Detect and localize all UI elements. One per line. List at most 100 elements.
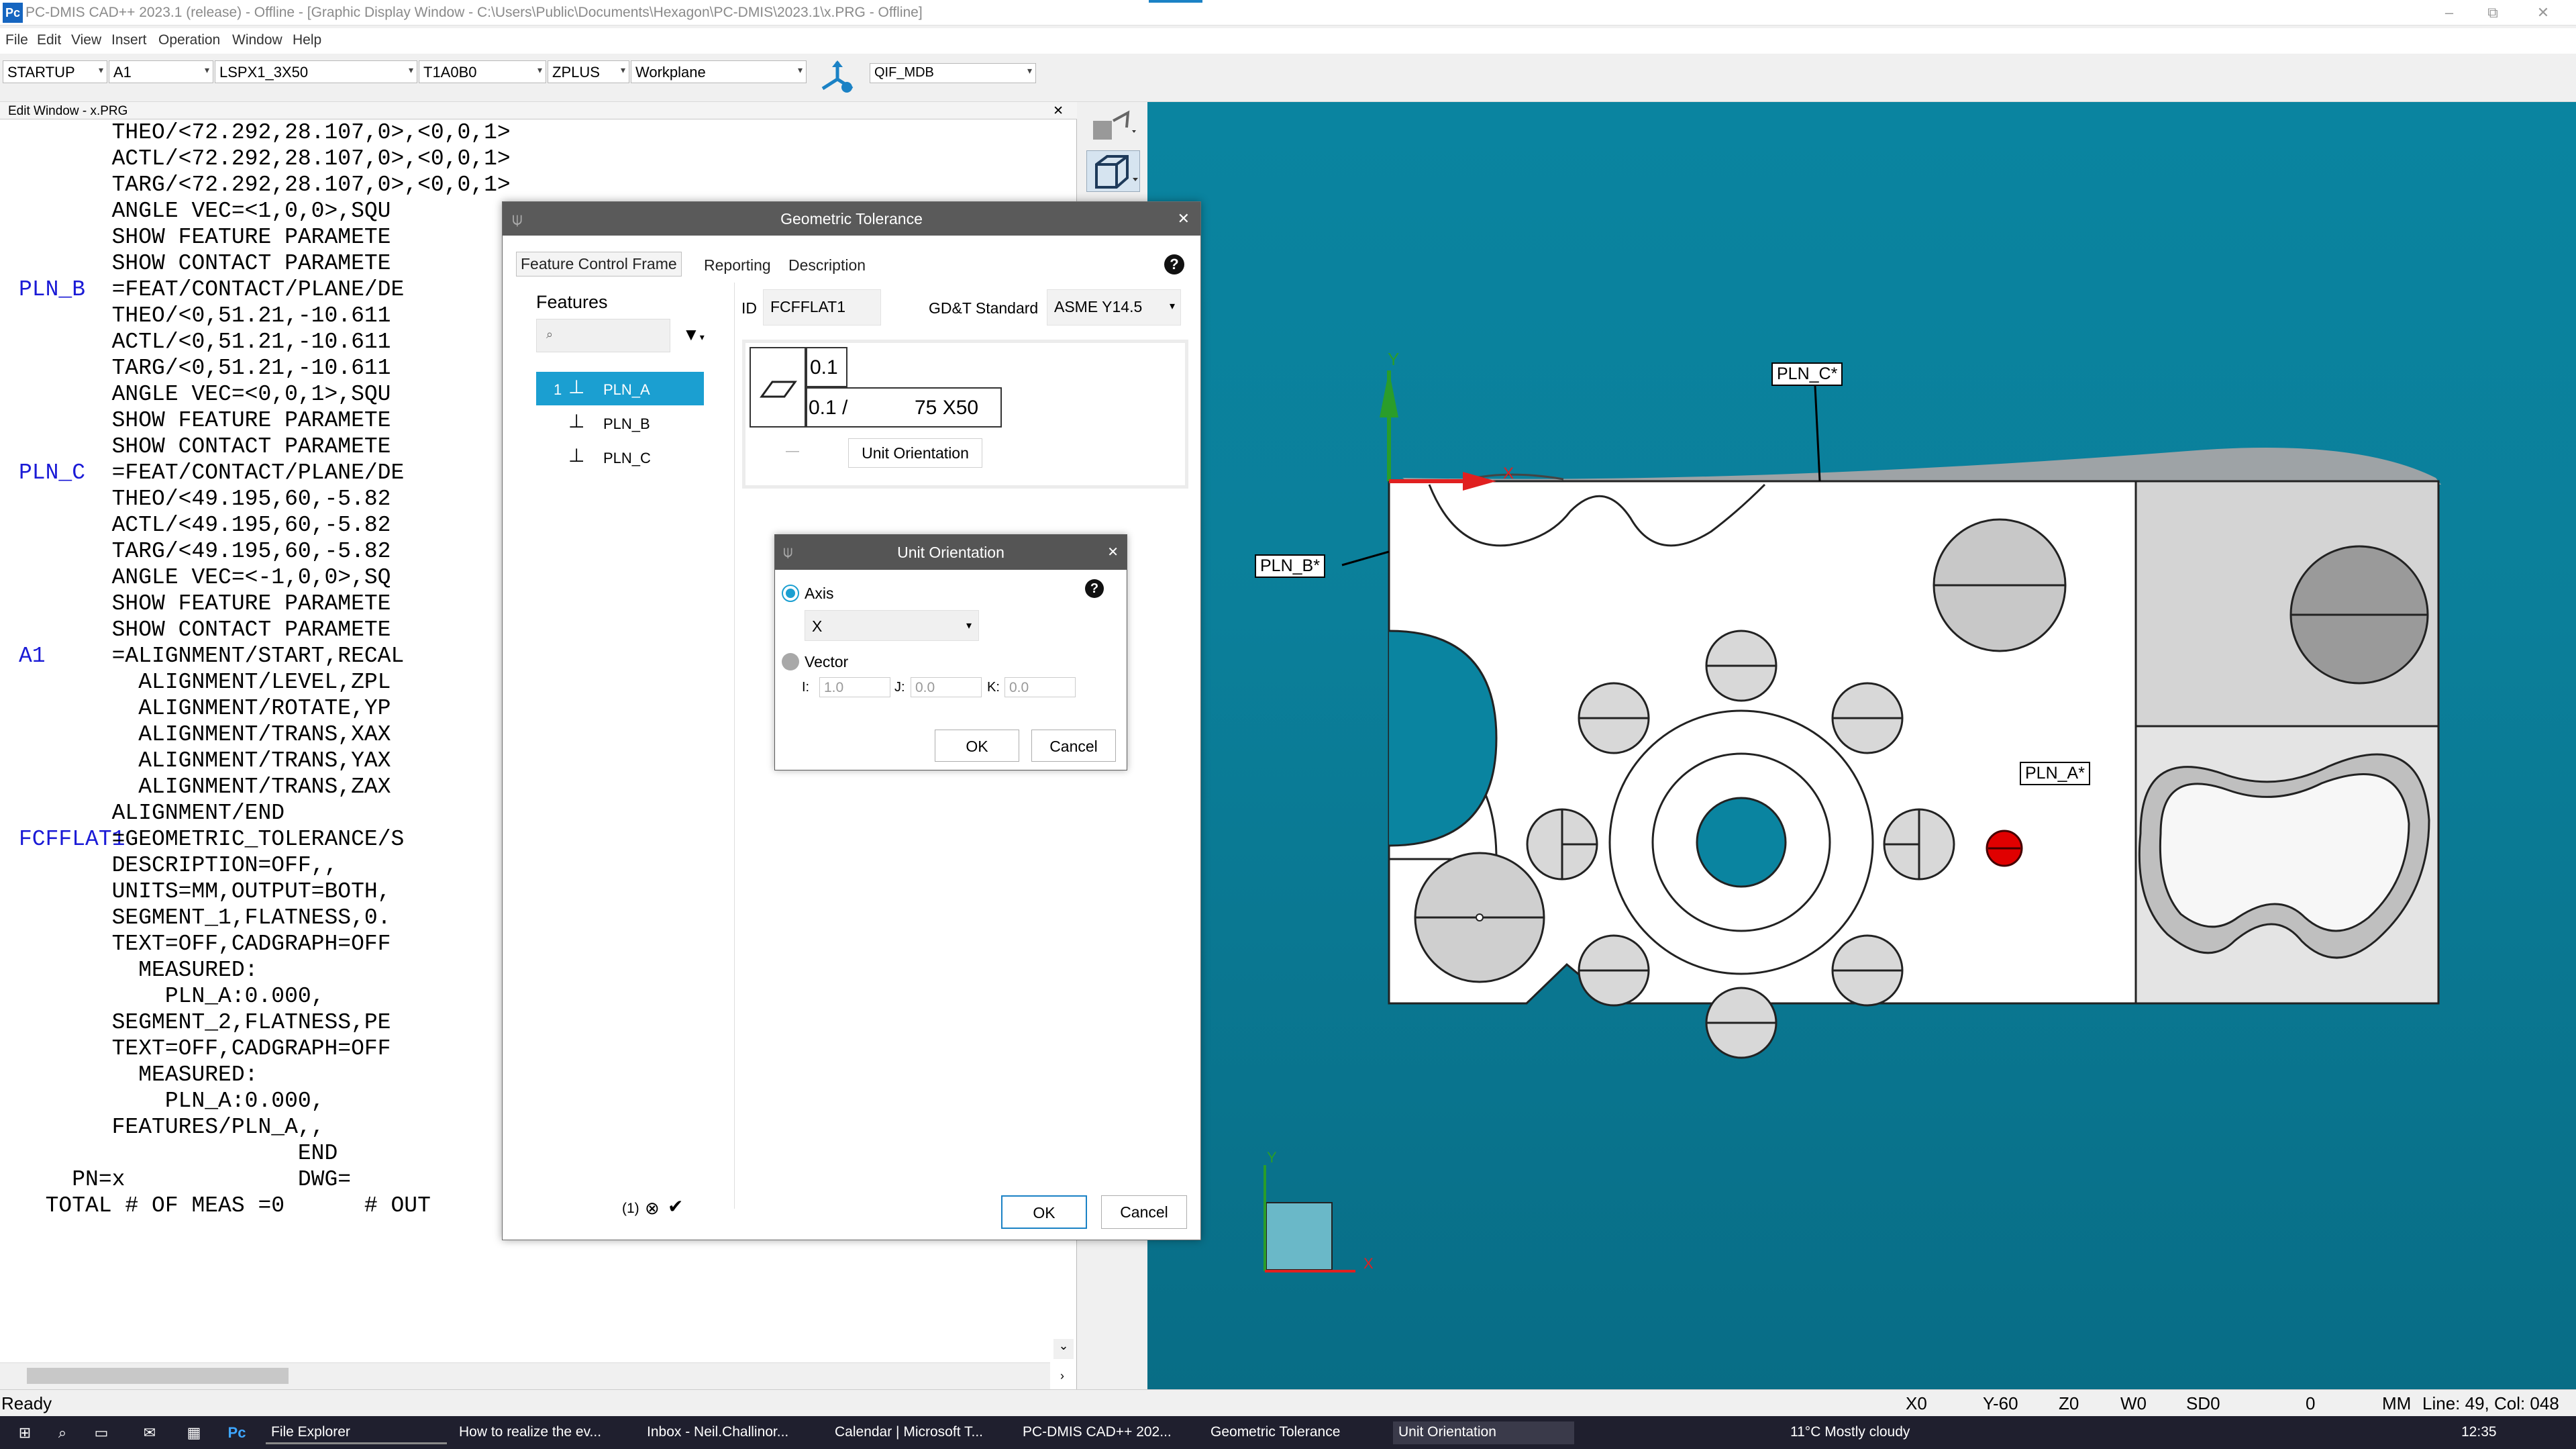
dialog-close-icon[interactable]: ✕ <box>1107 535 1119 570</box>
status-y: Y-60 <box>1983 1393 2018 1413</box>
tab-description[interactable]: Description <box>786 254 868 277</box>
flatness-icon <box>760 381 797 398</box>
part-model <box>1264 370 2441 1272</box>
workplane-dir-select[interactable]: ZPLUS ▾ <box>548 60 629 83</box>
id-field[interactable]: FCFFLAT1 <box>763 289 881 326</box>
code-text: SHOW FEATURE PARAMETE <box>19 225 391 250</box>
workplane-dir-value: ZPLUS <box>552 64 600 81</box>
feature-row-pln-c[interactable]: ⊥ PLN_C <box>536 440 704 474</box>
axis-select[interactable]: X ▾ <box>805 610 979 641</box>
rotate-view-icon[interactable] <box>1086 107 1140 146</box>
task-view-icon[interactable]: ▭ <box>90 1421 113 1444</box>
check-all-icon[interactable]: ✔ <box>668 1195 683 1217</box>
ok-button[interactable]: OK <box>935 730 1019 762</box>
per-unit-cell[interactable]: 0.1 / 75 X50 <box>806 387 1002 428</box>
chevron-down-icon: ▾ <box>537 64 542 75</box>
flatness-symbol-cell[interactable] <box>750 347 806 428</box>
probe-file-select[interactable]: STARTUP ▾ <box>3 60 107 83</box>
menu-file[interactable]: File <box>5 32 28 48</box>
help-icon[interactable]: ? <box>1085 579 1104 598</box>
taskbar-outlook[interactable]: Inbox - Neil.Challinor... <box>641 1421 823 1444</box>
vector-radio[interactable] <box>782 653 799 670</box>
tip-value: T1A0B0 <box>423 64 477 81</box>
workplane-select[interactable]: Workplane ▾ <box>631 60 807 83</box>
chevron-down-icon: ▾ <box>98 64 103 75</box>
menu-window[interactable]: Window <box>232 32 282 48</box>
ok-button[interactable]: OK <box>1001 1195 1087 1229</box>
csy-settings-icon[interactable] <box>817 59 858 97</box>
probe-select[interactable]: LSPX1_3X50 ▾ <box>215 60 417 83</box>
filter-icon[interactable]: ▼▾ <box>682 324 705 345</box>
clear-icon[interactable]: ⊗ <box>645 1198 660 1219</box>
taskbar-file-explorer[interactable]: File Explorer <box>266 1421 447 1444</box>
menu-edit[interactable]: Edit <box>37 32 61 48</box>
menu-insert[interactable]: Insert <box>111 32 147 48</box>
j-field[interactable]: 0.0 <box>911 677 982 697</box>
status-ready: Ready <box>1 1393 52 1413</box>
code-text: THEO/<72.292,28.107,0>,<0,0,1> <box>19 120 511 145</box>
unit-orientation-button[interactable]: Unit Orientation <box>848 438 982 468</box>
dialog-title-bar: Unit Orientation ⍦ ✕ <box>775 535 1127 570</box>
plane-a-label[interactable]: PLN_A* <box>2020 762 2090 785</box>
minimize-button[interactable]: – <box>2429 0 2469 26</box>
feature-index: 1 <box>554 381 562 398</box>
tab-feature-control-frame[interactable]: Feature Control Frame <box>516 252 682 277</box>
dialog-close-icon[interactable]: ✕ <box>1178 202 1190 236</box>
plane-feature-icon: ⊥ <box>568 445 585 466</box>
menu-view[interactable]: View <box>71 32 101 48</box>
taskbar-pcdmis[interactable]: PC-DMIS CAD++ 202... <box>1017 1421 1198 1444</box>
tip-select[interactable]: T1A0B0 ▾ <box>419 60 546 83</box>
scroll-down-icon[interactable]: ⌄ <box>1053 1339 1074 1359</box>
features-search-input[interactable]: ⌕ <box>536 319 670 352</box>
chevron-down-icon: ▾ <box>1027 65 1032 76</box>
code-text: TARG/<72.292,28.107,0>,<0,0,1> <box>19 172 511 197</box>
search-icon[interactable]: ⌕ <box>51 1421 74 1444</box>
i-label: I: <box>802 680 810 695</box>
graphic-display-window[interactable]: Y X PLN_C* PLN_B* PLN_A* Y X <box>1147 102 2576 1391</box>
taskbar-edge[interactable]: How to realize the ev... <box>454 1421 635 1444</box>
axis-radio[interactable] <box>782 585 799 602</box>
menu-help[interactable]: Help <box>293 32 321 48</box>
cancel-button[interactable]: Cancel <box>1031 730 1116 762</box>
feature-row-pln-a[interactable]: 1 ⊥ PLN_A <box>536 372 704 405</box>
feature-row-pln-b[interactable]: ⊥ PLN_B <box>536 406 704 440</box>
store-icon[interactable]: ▦ <box>183 1421 205 1444</box>
clock[interactable]: 12:35 <box>2456 1421 2502 1444</box>
tolerance-value-cell[interactable]: 0.1 <box>806 347 847 387</box>
k-field[interactable]: 0.0 <box>1004 677 1076 697</box>
start-icon[interactable]: ⊞ <box>13 1421 36 1444</box>
scrollbar-thumb[interactable] <box>27 1368 289 1384</box>
cancel-button[interactable]: Cancel <box>1101 1195 1187 1229</box>
pcdmis-icon[interactable]: Pc <box>225 1421 248 1444</box>
status-x: X0 <box>1906 1393 1927 1413</box>
code-text: MEASURED: <box>19 958 258 983</box>
plane-c-label[interactable]: PLN_C* <box>1771 362 1843 386</box>
i-field[interactable]: 1.0 <box>819 677 890 697</box>
edit-window-header: Edit Window - x.PRG ✕ <box>0 102 1077 119</box>
workplane-value: Workplane <box>635 64 706 81</box>
mail-icon[interactable]: ✉ <box>138 1421 161 1444</box>
qif-select[interactable]: QIF_MDB ▾ <box>870 63 1036 83</box>
gdt-standard-value: ASME Y14.5 <box>1054 298 1143 315</box>
help-icon[interactable]: ? <box>1164 254 1184 274</box>
gdt-standard-select[interactable]: ASME Y14.5 ▾ <box>1047 289 1181 326</box>
alignment-select[interactable]: A1 ▾ <box>109 60 213 83</box>
close-window-button[interactable]: ✕ <box>2523 0 2563 26</box>
weather[interactable]: 11°C Mostly cloudy <box>1785 1421 1915 1444</box>
scroll-right-icon[interactable]: › <box>1060 1362 1074 1389</box>
code-text: MEASURED: <box>19 1062 258 1087</box>
tab-reporting[interactable]: Reporting <box>701 254 774 277</box>
plane-b-label[interactable]: PLN_B* <box>1255 554 1325 578</box>
taskbar-geometric-tolerance[interactable]: Geometric Tolerance <box>1205 1421 1386 1444</box>
view-cube-icon[interactable] <box>1086 150 1140 192</box>
edit-window-close-icon[interactable]: ✕ <box>1053 103 1064 119</box>
code-text: =FEAT/CONTACT/PLANE/DE <box>19 460 405 485</box>
taskbar-unit-orientation[interactable]: Unit Orientation <box>1393 1421 1574 1444</box>
app-logo-icon: ⍦ <box>783 543 793 561</box>
menu-operation[interactable]: Operation <box>158 32 220 48</box>
code-text: SEGMENT_2,FLATNESS,PE <box>19 1010 391 1035</box>
restore-button[interactable]: ⧉ <box>2473 0 2513 26</box>
edit-window-title: Edit Window - x.PRG <box>8 104 128 118</box>
vector-label: Vector <box>805 653 849 670</box>
taskbar-teams[interactable]: Calendar | Microsoft T... <box>829 1421 1011 1444</box>
